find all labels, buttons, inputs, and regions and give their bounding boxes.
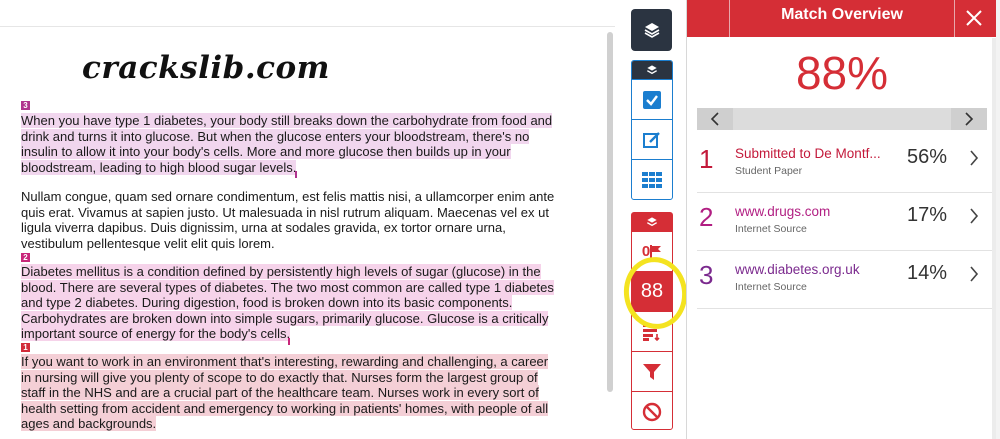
close-button[interactable] xyxy=(961,5,987,31)
watermark: crackslib.com xyxy=(82,50,330,86)
source-pager xyxy=(697,108,987,130)
paragraph-text: Nullam congue, quam sed ornare condiment… xyxy=(21,189,555,251)
expand-button[interactable] xyxy=(967,208,981,224)
filter-icon xyxy=(643,363,661,380)
source-name[interactable]: Submitted to De Montf... xyxy=(735,146,895,161)
match-marker-3[interactable]: 3 xyxy=(21,101,30,110)
source-percent: 14% xyxy=(907,262,948,284)
layers-icon xyxy=(644,23,659,38)
filter-button[interactable] xyxy=(632,351,672,391)
source-type: Internet Source xyxy=(735,281,807,293)
group-header[interactable] xyxy=(632,61,672,79)
match-overview-panel: Match Overview 88% 1 Submitted to De Mon… xyxy=(686,0,997,439)
layers-icon xyxy=(647,217,657,227)
document-viewer: crackslib.com 3 When you have type 1 dia… xyxy=(0,0,615,439)
panel-header: Match Overview xyxy=(687,0,997,37)
rail-group-tools xyxy=(631,60,673,200)
source-row-1[interactable]: 1 Submitted to De Montf... Student Paper… xyxy=(697,136,997,193)
panel-title: Match Overview xyxy=(729,0,955,37)
page-edge xyxy=(996,0,1000,439)
source-rank: 3 xyxy=(699,260,714,290)
next-button[interactable] xyxy=(951,108,987,130)
close-icon xyxy=(966,10,982,26)
divider xyxy=(0,26,615,27)
source-name[interactable]: www.drugs.com xyxy=(735,204,895,219)
paragraph-match-2[interactable]: Diabetes mellitus is a condition defined… xyxy=(21,264,561,342)
match-marker-1[interactable]: 1 xyxy=(21,343,30,352)
edit-icon xyxy=(643,131,660,148)
source-name[interactable]: www.diabetes.org.uk xyxy=(735,262,895,277)
match-marker-2[interactable]: 2 xyxy=(21,253,30,262)
document-scrollbar[interactable] xyxy=(607,32,613,392)
previous-button[interactable] xyxy=(697,108,733,130)
source-type: Student Paper xyxy=(735,165,803,177)
match-end-mark xyxy=(295,171,297,178)
paragraph-match-1[interactable]: If you want to work in an environment th… xyxy=(21,354,561,432)
chevron-right-icon xyxy=(970,208,979,224)
rubric-button[interactable] xyxy=(632,159,672,199)
paragraph-text: If you want to work in an environment th… xyxy=(21,354,549,432)
layers-icon xyxy=(647,65,657,75)
source-row-3[interactable]: 3 www.diabetes.org.uk Internet Source 14… xyxy=(697,252,997,309)
source-row-2[interactable]: 2 www.drugs.com Internet Source 17% xyxy=(697,194,997,251)
source-rank: 2 xyxy=(699,202,714,232)
expand-button[interactable] xyxy=(967,150,981,166)
expand-button[interactable] xyxy=(967,266,981,282)
paragraph-text: Diabetes mellitus is a condition defined… xyxy=(21,264,554,342)
exclude-button[interactable] xyxy=(632,391,672,431)
chevron-right-icon xyxy=(970,266,979,282)
chevron-right-icon xyxy=(965,112,974,126)
source-type: Internet Source xyxy=(735,223,807,235)
no-entry-icon xyxy=(642,402,662,421)
paragraph-text: When you have type 1 diabetes, your body… xyxy=(21,113,553,175)
source-percent: 56% xyxy=(907,146,948,168)
group-header[interactable] xyxy=(632,213,672,231)
paragraph-unmatched: Nullam congue, quam sed ornare condiment… xyxy=(21,189,561,251)
chevron-right-icon xyxy=(970,150,979,166)
grading-button[interactable] xyxy=(632,79,672,119)
chevron-left-icon xyxy=(710,112,719,126)
overall-score: 88% xyxy=(795,47,889,99)
match-end-mark xyxy=(288,338,290,345)
source-rank: 1 xyxy=(699,144,714,174)
comment-button[interactable] xyxy=(632,119,672,159)
grid-icon xyxy=(642,171,662,188)
checkbox-icon xyxy=(643,90,661,109)
layers-button[interactable] xyxy=(631,9,672,51)
paragraph-match-3[interactable]: When you have type 1 diabetes, your body… xyxy=(21,113,561,175)
source-percent: 17% xyxy=(907,204,948,226)
